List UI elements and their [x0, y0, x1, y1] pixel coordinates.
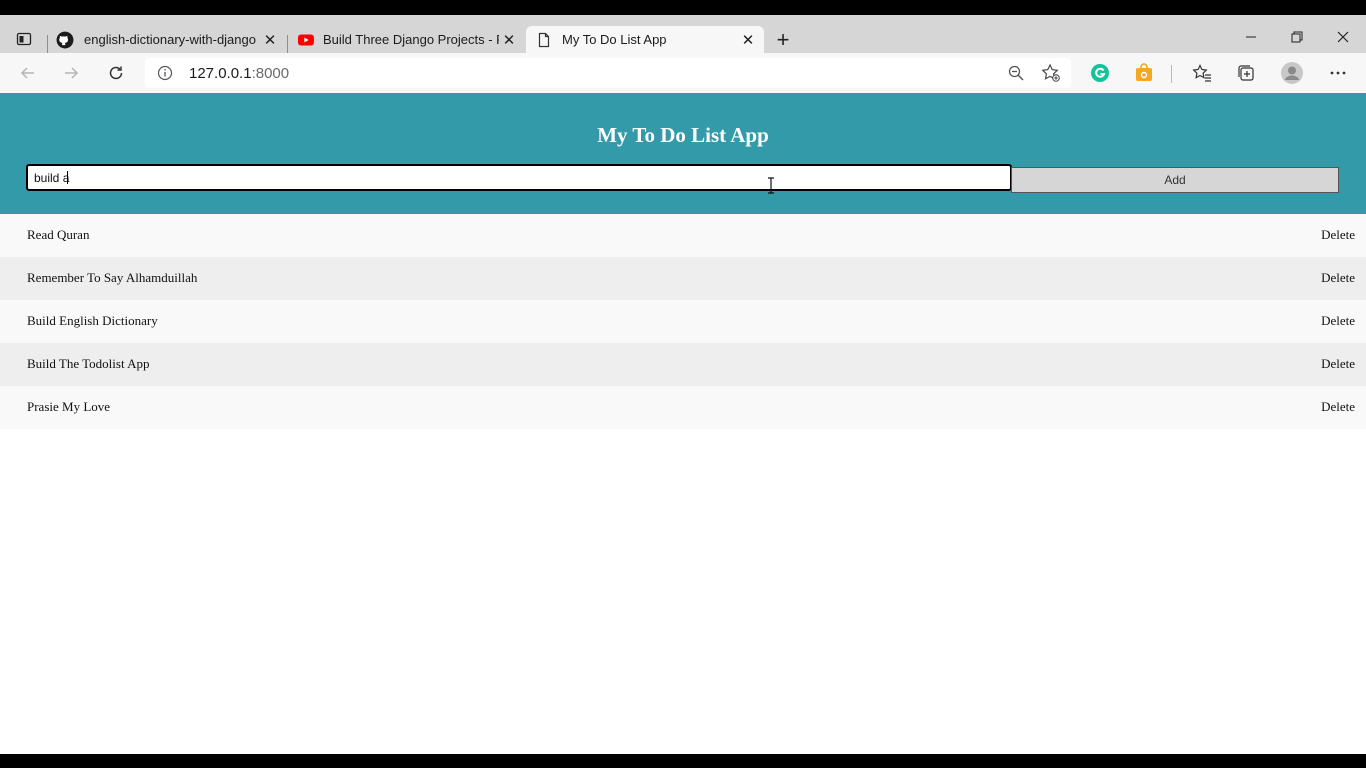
youtube-icon	[297, 31, 315, 49]
tab-title: Build Three Django Projects - Pyt	[323, 32, 499, 47]
collections-icon[interactable]	[1236, 63, 1256, 83]
todo-item: Build The Todolist App Delete	[0, 343, 1366, 386]
todo-text: Build The Todolist App	[27, 356, 150, 371]
url-host: 127.0.0.1	[189, 65, 252, 82]
delete-link[interactable]: Delete	[1321, 227, 1355, 243]
tab-separator	[287, 35, 288, 53]
url-port: :8000	[251, 65, 290, 82]
profile-avatar-icon[interactable]	[1280, 61, 1304, 85]
close-tab-icon[interactable]: ✕	[260, 30, 280, 50]
todo-item: Build English Dictionary Delete	[0, 300, 1366, 343]
tab-actions-icon[interactable]	[12, 27, 36, 51]
delete-link[interactable]: Delete	[1321, 313, 1355, 329]
tab-youtube[interactable]: Build Three Django Projects - Pyt ✕	[297, 26, 519, 53]
text-caret	[67, 171, 68, 184]
more-menu-icon[interactable]	[1328, 63, 1348, 83]
app-header: My To Do List App Add	[0, 93, 1366, 214]
close-tab-icon[interactable]: ✕	[499, 30, 519, 50]
tab-strip: english-dictionary-with-django/s ✕ Build…	[0, 15, 1366, 53]
todo-item: Remember To Say Alhamduillah Delete	[0, 257, 1366, 300]
toolbar-divider	[1171, 65, 1172, 83]
grammarly-icon[interactable]	[1090, 63, 1110, 83]
tab-title: english-dictionary-with-django/s	[84, 32, 256, 47]
back-icon[interactable]	[17, 62, 39, 84]
tab-github[interactable]: english-dictionary-with-django/s ✕	[56, 26, 280, 53]
todo-text: Build English Dictionary	[27, 313, 158, 328]
refresh-icon[interactable]	[105, 62, 127, 84]
minimize-icon[interactable]	[1241, 27, 1261, 47]
add-favorite-icon[interactable]	[1041, 63, 1061, 83]
address-bar[interactable]: 127.0.0.1:8000	[145, 58, 1071, 88]
tab-todo-app[interactable]: My To Do List App ✕	[526, 26, 764, 53]
page-title: My To Do List App	[597, 123, 769, 147]
url-text: 127.0.0.1:8000	[189, 65, 289, 82]
tab-separator	[47, 35, 48, 53]
todo-item: Read Quran Delete	[0, 214, 1366, 257]
delete-link[interactable]: Delete	[1321, 270, 1355, 286]
github-icon	[56, 31, 74, 49]
todo-text: Prasie My Love	[27, 399, 111, 414]
zoom-out-icon[interactable]	[1007, 64, 1025, 82]
delete-link[interactable]: Delete	[1321, 356, 1355, 372]
todo-text: Read Quran	[27, 227, 90, 242]
todo-list: Read Quran Delete Remember To Say Alhamd…	[0, 214, 1366, 429]
forward-icon[interactable]	[60, 62, 82, 84]
add-button[interactable]: Add	[1011, 167, 1339, 193]
shopping-bag-icon[interactable]	[1134, 63, 1154, 83]
favorites-icon[interactable]	[1192, 63, 1212, 83]
page-icon	[536, 32, 552, 48]
text-cursor-icon	[768, 177, 774, 194]
delete-link[interactable]: Delete	[1321, 399, 1355, 415]
info-icon[interactable]	[157, 65, 173, 81]
screen-bottom-border	[0, 754, 1366, 768]
todo-item: Prasie My Love Delete	[0, 386, 1366, 429]
close-window-icon[interactable]	[1333, 27, 1353, 47]
todo-input[interactable]	[26, 164, 1012, 191]
close-tab-icon[interactable]: ✕	[738, 30, 758, 50]
screen-top-border	[0, 0, 1366, 15]
new-tab-icon[interactable]: +	[772, 27, 794, 52]
restore-icon[interactable]	[1287, 27, 1307, 47]
tab-title: My To Do List App	[562, 32, 667, 47]
page-content: My To Do List App Add Read Quran Delete …	[0, 93, 1366, 754]
browser-toolbar: 127.0.0.1:8000	[0, 53, 1366, 93]
todo-text: Remember To Say Alhamduillah	[27, 270, 198, 285]
